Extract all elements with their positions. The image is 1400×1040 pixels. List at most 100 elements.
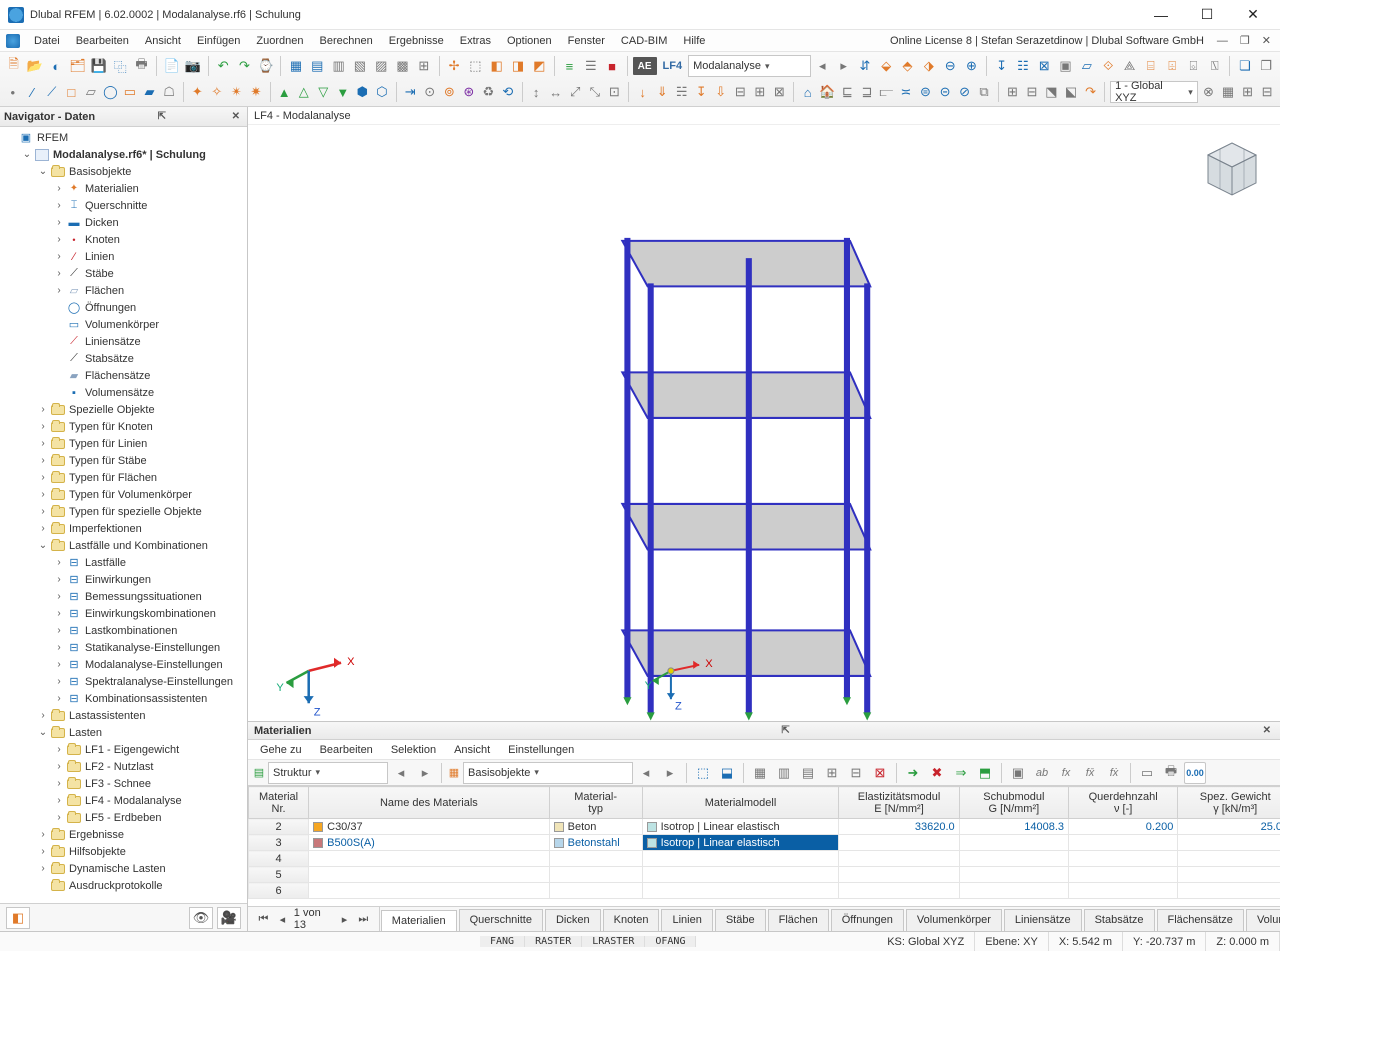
b41[interactable]: ⊑ <box>839 81 857 103</box>
table-row[interactable]: 6 <box>249 883 1281 899</box>
btn-a18[interactable]: ❏ <box>1235 55 1254 77</box>
menu-datei[interactable]: Datei <box>26 32 68 50</box>
tree-einwirkungen[interactable]: ›⊟Einwirkungen <box>0 571 247 588</box>
b38[interactable]: ⊠ <box>771 81 789 103</box>
mt2[interactable]: ⬓ <box>716 762 738 784</box>
menu-fenster[interactable]: Fenster <box>560 32 613 50</box>
b5[interactable]: ▱ <box>82 81 100 103</box>
materialien-grid[interactable]: MaterialNr.Name des MaterialsMaterial-ty… <box>248 786 1280 907</box>
btab-volumensätze[interactable]: Volumensätze <box>1246 909 1280 931</box>
matmenu-ansicht[interactable]: Ansicht <box>446 742 498 758</box>
b49[interactable]: ⊞ <box>1004 81 1022 103</box>
tree-lastfaelle-kombi[interactable]: ⌄Lastfälle und Kombinationen <box>0 537 247 554</box>
b53[interactable]: ↷ <box>1082 81 1100 103</box>
nav-camera-button[interactable]: 🎥 <box>217 907 241 929</box>
save-all-button[interactable]: ⿻ <box>111 55 130 77</box>
b33[interactable]: ☵ <box>673 81 691 103</box>
tree-lastfälle[interactable]: ›⊟Lastfälle <box>0 554 247 571</box>
mt1[interactable]: ⬚ <box>692 762 714 784</box>
mt16[interactable]: fx̄ <box>1079 762 1101 784</box>
b28[interactable]: ⤢ <box>566 81 584 103</box>
mdi-close-button[interactable]: ✕ <box>1259 34 1274 47</box>
b13[interactable]: ✷ <box>247 81 265 103</box>
b6[interactable]: ◯ <box>102 81 120 103</box>
mt13[interactable]: ▣ <box>1007 762 1029 784</box>
btn-a3[interactable]: ⬘ <box>898 55 917 77</box>
menu-ansicht[interactable]: Ansicht <box>137 32 189 50</box>
lf-prev-button[interactable]: ◂ <box>813 55 832 77</box>
b21[interactable]: ⊙ <box>421 81 439 103</box>
mt14[interactable]: ab <box>1031 762 1053 784</box>
tree-querschnitte[interactable]: ›⌶Querschnitte <box>0 197 247 214</box>
select-button-1[interactable]: ✢ <box>444 55 463 77</box>
view-button-5[interactable]: ▨ <box>372 55 391 77</box>
btab-flächen[interactable]: Flächen <box>768 909 829 931</box>
b39[interactable]: ⌂ <box>799 81 817 103</box>
view-button-4[interactable]: ▧ <box>350 55 369 77</box>
tree-stabsätze[interactable]: ⟋Stabsätze <box>0 350 247 367</box>
tree-spezielle-objekte[interactable]: ›Spezielle Objekte <box>0 401 247 418</box>
btab-volumenkörper[interactable]: Volumenkörper <box>906 909 1002 931</box>
menu-berechnen[interactable]: Berechnen <box>312 32 381 50</box>
btn-a14[interactable]: ⌸ <box>1141 55 1160 77</box>
status-key-raster[interactable]: RASTER <box>525 936 582 947</box>
btn-a12[interactable]: ⟐ <box>1099 55 1118 77</box>
menu-cad-bim[interactable]: CAD-BIM <box>613 32 675 50</box>
btn-a15[interactable]: ⌹ <box>1162 55 1181 77</box>
mt18[interactable]: ▭ <box>1136 762 1158 784</box>
tree-typen-für-linien[interactable]: ›Typen für Linien <box>0 435 247 452</box>
b16[interactable]: ▽ <box>315 81 333 103</box>
open-file-button[interactable]: 📂 <box>25 55 44 77</box>
undo-button[interactable]: ↶ <box>214 55 233 77</box>
btn-a5[interactable]: ⊖ <box>940 55 959 77</box>
b51[interactable]: ⬔ <box>1043 81 1061 103</box>
calc-all-button[interactable]: ☰ <box>581 55 600 77</box>
b19[interactable]: ⬡ <box>373 81 391 103</box>
print-button[interactable]: 🖶 <box>132 55 151 77</box>
mt11[interactable]: ⇒ <box>950 762 972 784</box>
mt9[interactable]: ➜ <box>902 762 924 784</box>
navigator-tree[interactable]: ▣RFEM⌄Modalanalyse.rf6* | Schulung⌄Basis… <box>0 127 247 903</box>
b1[interactable]: • <box>4 81 22 103</box>
tree-liniensätze[interactable]: ⟋Liniensätze <box>0 333 247 350</box>
mat-next2-button[interactable]: ▸ <box>659 762 681 784</box>
tree-dicken[interactable]: ›▬Dicken <box>0 214 247 231</box>
mat-prev2-button[interactable]: ◂ <box>635 762 657 784</box>
col-header[interactable]: Materialmodell <box>642 787 839 819</box>
b42[interactable]: ⊒ <box>858 81 876 103</box>
tree-ausdruckprotokolle[interactable]: Ausdruckprotokolle <box>0 877 247 894</box>
b20[interactable]: ⇥ <box>401 81 419 103</box>
tree-hilfsobjekte[interactable]: ›Hilfsobjekte <box>0 843 247 860</box>
pager-prev-button[interactable]: ◂ <box>275 913 290 926</box>
materialien-close-button[interactable]: ✕ <box>1260 725 1274 736</box>
tree-öffnungen[interactable]: ◯Öffnungen <box>0 299 247 316</box>
col-header[interactable]: Querdehnzahlν [-] <box>1069 787 1178 819</box>
btab-stäbe[interactable]: Stäbe <box>715 909 766 931</box>
menu-einfügen[interactable]: Einfügen <box>189 32 248 50</box>
calc-button[interactable]: ≡ <box>560 55 579 77</box>
tree-dynamische-lasten[interactable]: ›Dynamische Lasten <box>0 860 247 877</box>
print-preview-button[interactable]: 📄 <box>162 55 181 77</box>
nav-views-button[interactable]: 👁 <box>189 907 213 929</box>
col-header[interactable]: ElastizitätsmodulE [N/mm²] <box>839 787 959 819</box>
b30[interactable]: ⊡ <box>606 81 624 103</box>
btab-materialien[interactable]: Materialien <box>381 910 457 931</box>
tree-lf1---eigengewicht[interactable]: ›LF1 - Eigengewicht <box>0 741 247 758</box>
matmenu-gehe-zu[interactable]: Gehe zu <box>252 742 310 758</box>
b11[interactable]: ✧ <box>208 81 226 103</box>
select-button-3[interactable]: ◧ <box>487 55 506 77</box>
tree-materialien[interactable]: ›✦Materialien <box>0 180 247 197</box>
btn-a16[interactable]: ⌺ <box>1184 55 1203 77</box>
btab-öffnungen[interactable]: Öffnungen <box>831 909 904 931</box>
b9[interactable]: ☖ <box>160 81 178 103</box>
table-row[interactable]: 4 <box>249 851 1281 867</box>
status-key-ofang[interactable]: OFANG <box>645 936 696 947</box>
btn-a4[interactable]: ⬗ <box>919 55 938 77</box>
mt19[interactable]: 🖶 <box>1160 762 1182 784</box>
coord-system-combo[interactable]: 1 - Global XYZ▾ <box>1110 81 1198 103</box>
tree-lf4---modalanalyse[interactable]: ›LF4 - Modalanalyse <box>0 792 247 809</box>
tree-root[interactable]: ▣RFEM <box>0 129 247 146</box>
b7[interactable]: ▭ <box>121 81 139 103</box>
b47[interactable]: ⊘ <box>956 81 974 103</box>
b56[interactable]: ⊞ <box>1239 81 1257 103</box>
